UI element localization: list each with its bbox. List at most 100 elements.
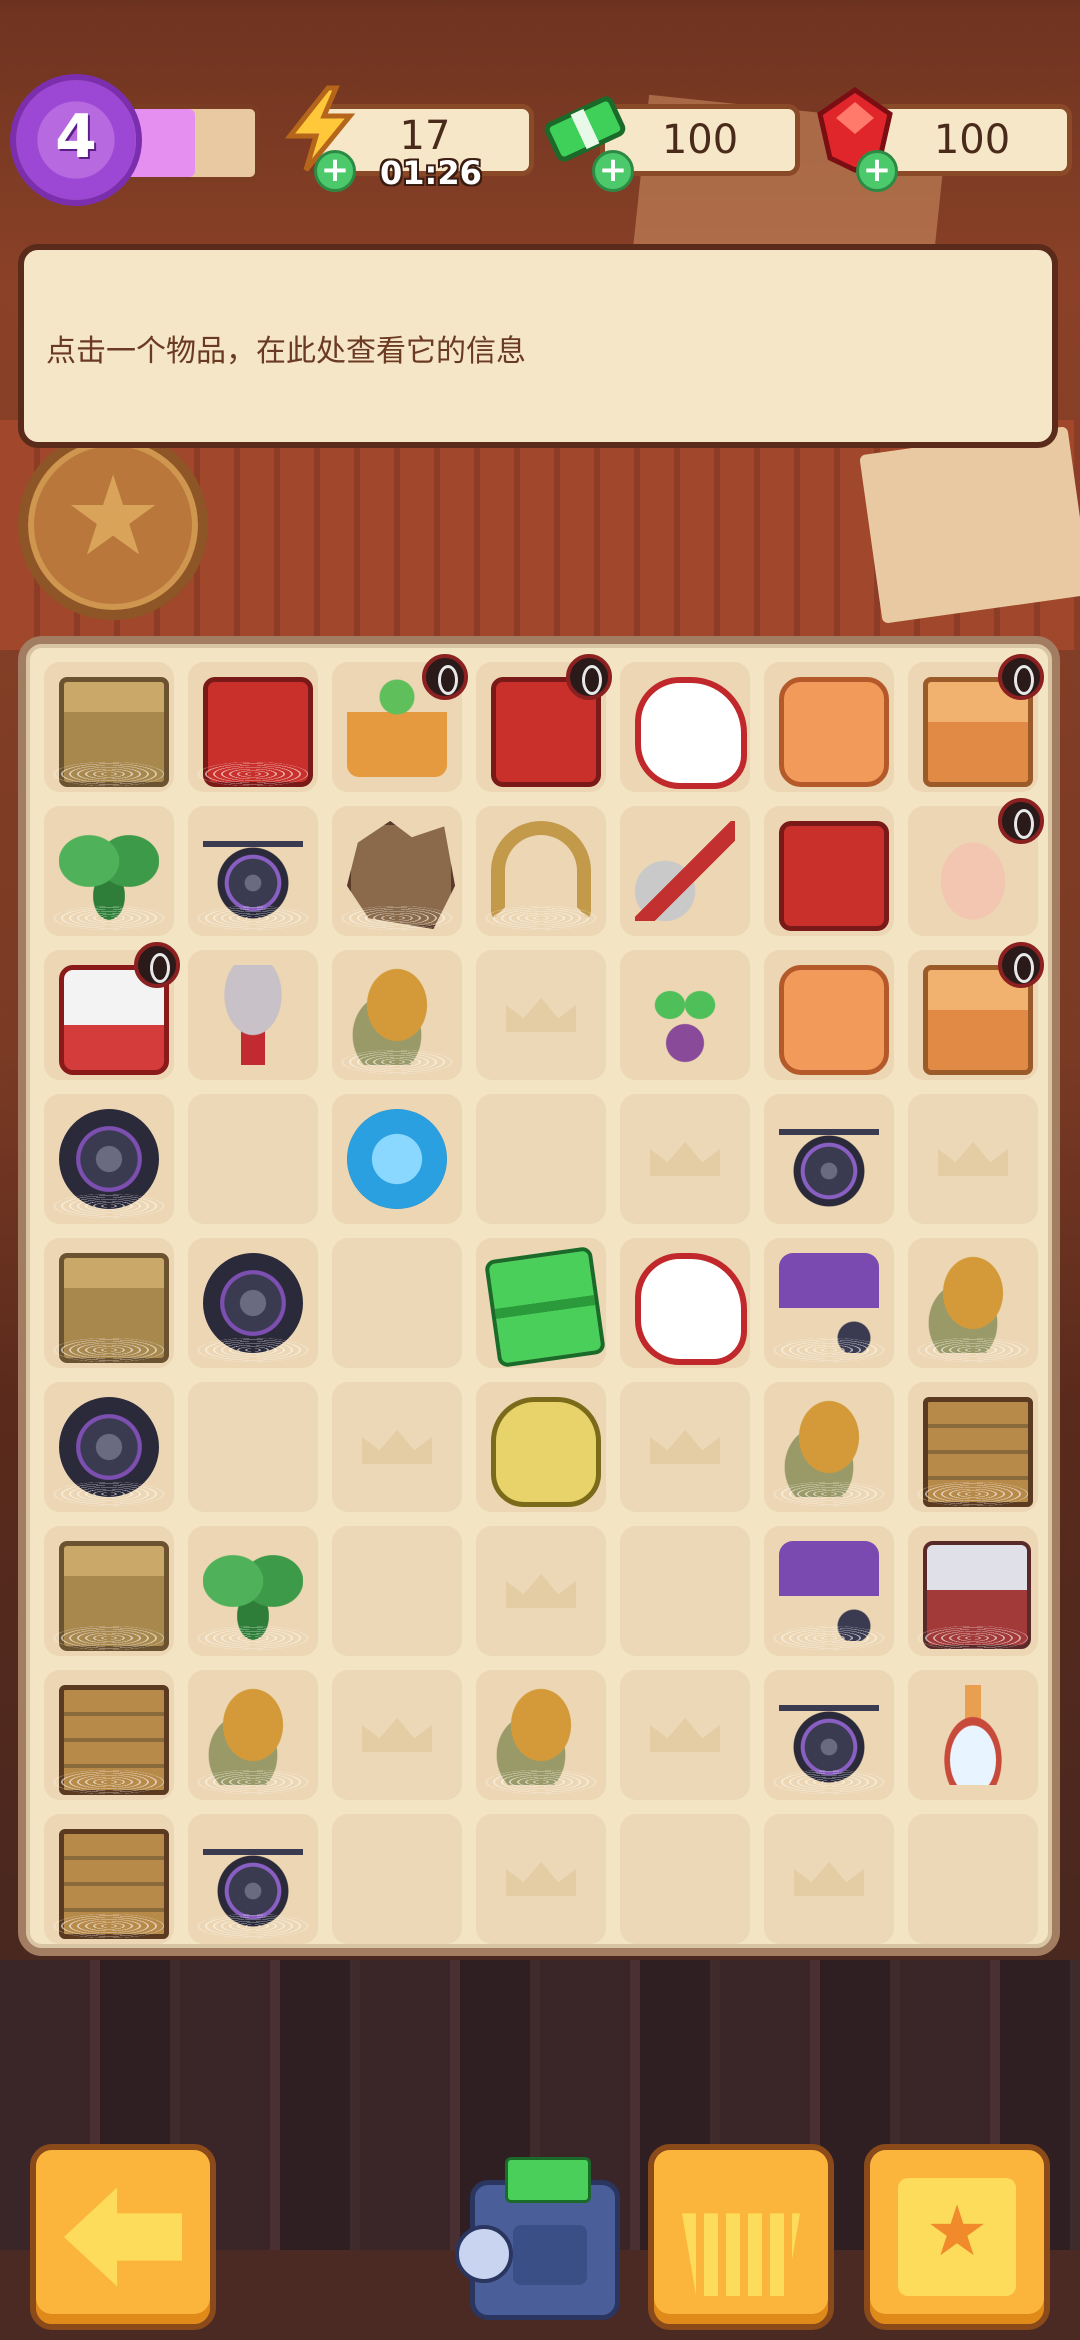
crown-placeholder-icon [362, 1718, 432, 1752]
cobweb-icon [774, 1482, 884, 1506]
board-cell[interactable] [44, 1526, 174, 1656]
board-cell[interactable] [620, 662, 750, 792]
board-cell[interactable] [332, 806, 462, 936]
board-cell-locked[interactable] [476, 1526, 606, 1656]
board-cell[interactable] [332, 654, 468, 792]
board-cell[interactable] [476, 1670, 606, 1800]
board-cell[interactable] [188, 806, 318, 936]
board-cell-locked[interactable] [476, 1814, 606, 1944]
board-cell-empty[interactable] [332, 1814, 462, 1944]
cushion-icon[interactable] [779, 965, 889, 1075]
level-number: 4 [55, 102, 97, 172]
board-cell[interactable] [908, 1526, 1038, 1656]
board-cell[interactable] [476, 1382, 606, 1512]
board-cell-locked[interactable] [764, 1814, 894, 1944]
board-cell-empty[interactable] [620, 1526, 750, 1656]
crown-placeholder-icon [506, 1574, 576, 1608]
board-cell[interactable] [188, 662, 318, 792]
board-cell[interactable] [764, 1526, 894, 1656]
board-cell[interactable] [188, 1526, 318, 1656]
board-cell[interactable] [620, 1238, 750, 1368]
cash-safe-button[interactable] [455, 2157, 620, 2320]
board-cell[interactable] [44, 1814, 174, 1944]
board-cell-empty[interactable] [332, 1238, 462, 1368]
bicycle-icon[interactable] [779, 1109, 879, 1209]
board-cell[interactable] [908, 942, 1044, 1080]
board-cell[interactable] [476, 806, 606, 936]
red-toolbox-icon[interactable] [779, 821, 889, 931]
board-cell[interactable] [44, 662, 174, 792]
sprout-icon[interactable] [635, 965, 735, 1065]
board-cell-empty[interactable] [188, 1094, 318, 1224]
board-cell[interactable] [764, 1238, 894, 1368]
decanter-icon[interactable] [923, 1685, 1023, 1785]
board-cell[interactable] [44, 1670, 174, 1800]
board-cell-empty[interactable] [620, 1814, 750, 1944]
board-cell[interactable] [44, 1094, 174, 1224]
board-cell[interactable] [764, 662, 894, 792]
board-cell[interactable] [44, 1382, 174, 1512]
add-cash-button[interactable]: + [592, 150, 634, 192]
cobweb-icon [918, 1482, 1028, 1506]
board-cell[interactable] [764, 1382, 894, 1512]
board-cell[interactable] [908, 654, 1044, 792]
board-cell[interactable] [476, 1238, 606, 1368]
board-cell[interactable] [908, 1670, 1038, 1800]
energy-icon[interactable] [347, 1109, 447, 1209]
board-cell[interactable] [188, 950, 318, 1080]
board-cell[interactable] [332, 1094, 462, 1224]
board-cell[interactable] [476, 654, 612, 792]
trowel-icon[interactable] [635, 821, 735, 921]
board-cell-empty[interactable] [908, 1814, 1038, 1944]
back-button[interactable] [30, 2144, 216, 2330]
board-cell[interactable] [188, 1670, 318, 1800]
board-cell-empty[interactable] [332, 1526, 462, 1656]
cushions-icon[interactable] [779, 677, 889, 787]
board-cell[interactable] [620, 806, 750, 936]
board-cell[interactable] [44, 1238, 174, 1368]
glove-icon[interactable] [635, 677, 747, 789]
board-cell[interactable] [908, 1382, 1038, 1512]
gems-value: 100 [933, 117, 1011, 163]
tasks-button[interactable] [864, 2144, 1050, 2330]
mushroom-shape [203, 965, 303, 1065]
glove-icon[interactable] [635, 1253, 747, 1365]
board-cell[interactable] [908, 798, 1044, 936]
board-cell[interactable] [764, 1094, 894, 1224]
board-cell-locked[interactable] [476, 950, 606, 1080]
board-cell-locked[interactable] [620, 1094, 750, 1224]
gems-counter[interactable]: 100 [872, 104, 1072, 176]
board-cell-locked[interactable] [332, 1382, 462, 1512]
board-cell[interactable] [188, 1238, 318, 1368]
board-cell[interactable] [764, 1670, 894, 1800]
board-cell[interactable] [332, 950, 462, 1080]
board-cell-empty[interactable] [476, 1094, 606, 1224]
glove-shape [635, 1253, 747, 1365]
producer-timer-icon [998, 942, 1044, 988]
board-cell[interactable] [44, 942, 180, 1080]
basket-icon [682, 2213, 800, 2296]
board-cell-locked[interactable] [620, 1670, 750, 1800]
board-cell[interactable] [188, 1814, 318, 1944]
add-energy-button[interactable]: + [314, 150, 356, 192]
board-cell[interactable] [908, 1238, 1038, 1368]
seed-bag-icon[interactable] [491, 1397, 601, 1507]
cash-icon[interactable] [484, 1246, 606, 1368]
mushroom-icon[interactable] [203, 965, 303, 1065]
add-gems-button[interactable]: + [856, 150, 898, 192]
board-cell-locked[interactable] [620, 1382, 750, 1512]
board-cell-locked[interactable] [332, 1670, 462, 1800]
decanter-shape [923, 1685, 1023, 1785]
merge-board [18, 636, 1060, 1956]
producer-timer-icon [998, 798, 1044, 844]
crown-placeholder-icon [794, 1862, 864, 1896]
board-cell-empty[interactable] [188, 1382, 318, 1512]
level-badge[interactable]: 4 [16, 80, 136, 200]
shop-basket-button[interactable] [648, 2144, 834, 2330]
board-cell-locked[interactable] [908, 1094, 1038, 1224]
board-cell[interactable] [620, 950, 750, 1080]
board-cell[interactable] [44, 806, 174, 936]
board-cell[interactable] [764, 806, 894, 936]
cushion-shape [779, 965, 889, 1075]
board-cell[interactable] [764, 950, 894, 1080]
